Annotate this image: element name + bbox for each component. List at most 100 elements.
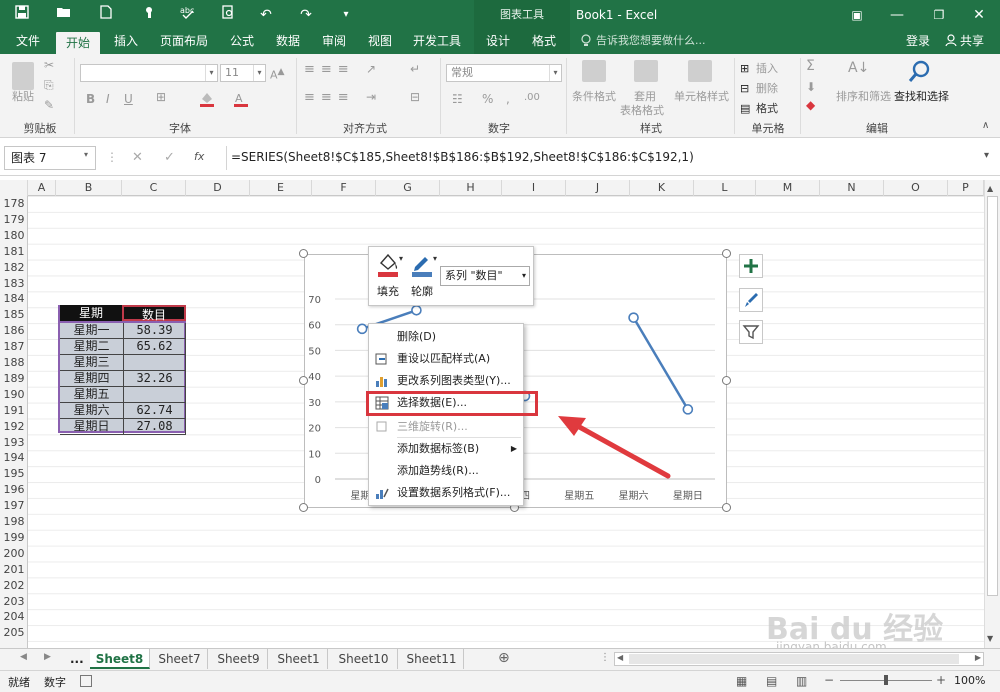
comma-icon[interactable]: , [506, 92, 510, 106]
chart-filters-button[interactable] [739, 320, 763, 344]
find-select-icon[interactable] [906, 58, 934, 86]
next-sheet-icon[interactable]: ▶ [44, 652, 51, 662]
customize-icon[interactable]: ▾ [336, 5, 356, 25]
spell-icon[interactable]: abc [178, 5, 198, 25]
table-cell-count[interactable]: 58.39 [124, 323, 186, 339]
currency-icon[interactable]: ☷ [452, 92, 463, 106]
table-header-count[interactable]: 数目 [122, 305, 186, 322]
insert-function-icon[interactable]: fx [194, 150, 204, 163]
vertical-scrollbar[interactable]: ▲ ▼ [984, 180, 1000, 648]
ribbon-display-icon[interactable]: ▣ [840, 0, 874, 30]
tab-insert[interactable]: 插入 [106, 30, 146, 54]
menu-item-5[interactable]: 添加数据标签(B) ▶ [369, 438, 523, 460]
vertical-align-icons[interactable]: ≡≡≡ [304, 62, 355, 77]
column-header-d[interactable]: D [186, 180, 250, 196]
row-header[interactable]: 204 [0, 609, 28, 625]
page-break-view-icon[interactable]: ▥ [796, 674, 807, 688]
column-header-f[interactable]: F [312, 180, 376, 196]
orientation-icon[interactable]: ↗ [366, 62, 376, 76]
enter-icon[interactable]: ✓ [164, 150, 175, 165]
resize-handle[interactable] [299, 376, 308, 385]
select-all-corner[interactable] [0, 180, 28, 196]
row-header[interactable]: 192 [0, 419, 28, 435]
row-header[interactable]: 178 [0, 196, 28, 212]
sheet-tab-sheet10[interactable]: Sheet10 [330, 649, 398, 669]
autosum-icon[interactable]: Σ [806, 58, 815, 74]
table-cell-count[interactable] [124, 355, 186, 371]
font-size-combo[interactable]: 11 ▾ [220, 64, 266, 82]
tab-home[interactable]: 开始 [56, 32, 100, 54]
delete-cells-label[interactable]: 删除 [756, 80, 778, 96]
row-header[interactable]: 193 [0, 435, 28, 451]
login-link[interactable]: 登录 [906, 30, 930, 52]
table-cell-count[interactable] [124, 387, 186, 403]
table-cell-day[interactable]: 星期二 [60, 339, 124, 355]
tab-split-icon[interactable]: ⋮ [600, 652, 610, 663]
resize-handle[interactable] [299, 503, 308, 512]
page-layout-view-icon[interactable]: ▤ [766, 674, 777, 688]
table-cell-count[interactable]: 62.74 [124, 403, 186, 419]
row-header[interactable]: 195 [0, 466, 28, 482]
column-header-g[interactable]: G [376, 180, 440, 196]
font-color-icon[interactable]: A [232, 90, 250, 108]
fill-label[interactable]: 填充 [377, 283, 399, 299]
normal-view-icon[interactable]: ▦ [736, 674, 747, 688]
new-icon[interactable] [96, 5, 116, 25]
format-painter-icon[interactable]: ✎ [44, 98, 54, 112]
open-icon[interactable] [54, 5, 74, 25]
zoom-in-icon[interactable]: + [936, 673, 946, 687]
column-header-a[interactable]: A [28, 180, 56, 196]
wrap-text-icon[interactable]: ↵ [410, 62, 420, 76]
menu-item-1[interactable]: 重设以匹配样式(A) [369, 348, 523, 370]
tell-me-box[interactable]: 告诉我您想要做什么... [596, 30, 706, 52]
row-header[interactable]: 203 [0, 594, 28, 610]
tab-design[interactable]: 设计 [478, 30, 518, 54]
sheet-tab-sheet7[interactable]: Sheet7 [152, 649, 208, 669]
share-button[interactable]: 共享 [960, 30, 984, 52]
row-header[interactable]: 200 [0, 546, 28, 562]
clear-icon[interactable]: ◆ [806, 98, 815, 112]
row-header[interactable]: 202 [0, 578, 28, 594]
name-box[interactable]: 图表 7 [4, 146, 96, 170]
fill-bucket-icon[interactable]: ▾ [375, 251, 405, 279]
italic-icon[interactable]: I [106, 92, 110, 106]
minimize-icon[interactable]: — [880, 0, 914, 30]
sort-filter-icon[interactable]: A↓ [848, 60, 869, 76]
table-format-label-2[interactable]: 表格格式 [620, 102, 664, 118]
row-header[interactable]: 191 [0, 403, 28, 419]
tab-format[interactable]: 格式 [524, 30, 564, 54]
column-header-b[interactable]: B [56, 180, 122, 196]
resize-handle[interactable] [722, 249, 731, 258]
column-header-p[interactable]: P [948, 180, 984, 196]
cell-styles-label[interactable]: 单元格样式 [674, 88, 729, 104]
sort-filter-label[interactable]: 排序和筛选 [836, 88, 891, 104]
table-cell-day[interactable]: 星期六 [60, 403, 124, 419]
macro-record-icon[interactable] [80, 675, 92, 687]
series-selector[interactable]: 系列 "数目" ▾ [440, 266, 530, 286]
save-icon[interactable] [12, 5, 32, 25]
resize-handle[interactable] [299, 249, 308, 258]
close-icon[interactable]: ✕ [962, 0, 996, 30]
preview-icon[interactable] [218, 5, 238, 25]
column-header-c[interactable]: C [122, 180, 186, 196]
add-sheet-icon[interactable]: ⊕ [498, 650, 510, 666]
menu-item-2[interactable]: 更改系列图表类型(Y)... [369, 370, 523, 392]
column-header-h[interactable]: H [440, 180, 502, 196]
scroll-left-icon[interactable]: ◀ [617, 653, 623, 662]
number-format-combo[interactable]: 常规 ▾ [446, 64, 562, 82]
decimal-icon[interactable]: .00 [524, 92, 540, 103]
prev-sheet-icon[interactable]: ◀ [20, 652, 27, 662]
row-header[interactable]: 198 [0, 514, 28, 530]
zoom-level[interactable]: 100% [954, 674, 985, 687]
row-header[interactable]: 185 [0, 307, 28, 323]
sheet-tab-sheet8[interactable]: Sheet8 [90, 649, 150, 669]
undo-icon[interactable]: ↶ [256, 5, 276, 25]
row-header[interactable]: 190 [0, 387, 28, 403]
row-header[interactable]: 182 [0, 260, 28, 276]
row-header[interactable]: 199 [0, 530, 28, 546]
scroll-right-icon[interactable]: ▶ [975, 653, 981, 662]
menu-item-6[interactable]: 添加趋势线(R)... [369, 460, 523, 482]
tab-review[interactable]: 审阅 [314, 30, 354, 54]
column-header-k[interactable]: K [630, 180, 694, 196]
horizontal-scrollbar-thumb[interactable] [629, 654, 959, 664]
